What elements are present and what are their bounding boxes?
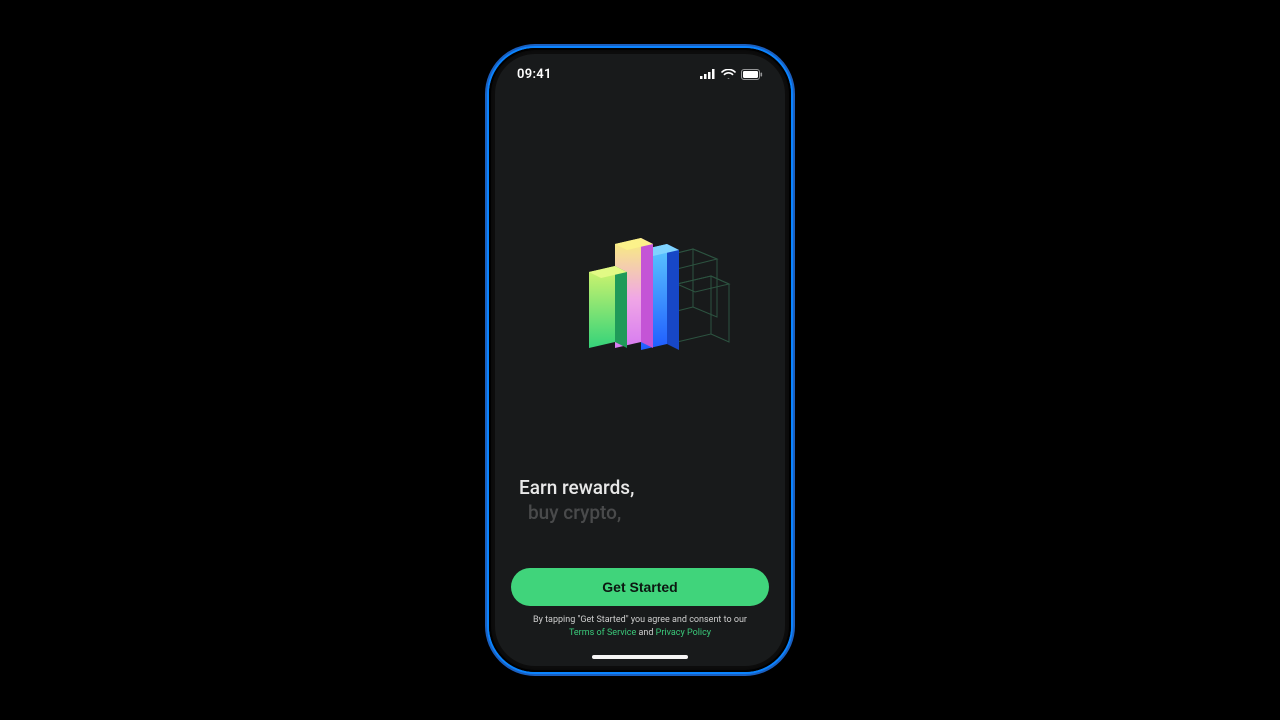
get-started-label: Get Started: [602, 579, 677, 595]
legal-prefix: By tapping "Get Started" you agree and c…: [533, 615, 747, 625]
legal-and: and: [636, 628, 655, 638]
tagline-inactive: buy crypto,: [519, 500, 761, 526]
wifi-icon: [721, 69, 736, 79]
screen: 09:41: [495, 54, 785, 666]
battery-icon: [741, 69, 763, 80]
status-bar: 09:41: [495, 54, 785, 94]
privacy-policy-link[interactable]: Privacy Policy: [656, 628, 711, 638]
home-indicator[interactable]: [592, 655, 688, 659]
crypto-cubes-icon: [545, 214, 735, 384]
status-time: 09:41: [517, 67, 552, 82]
tagline-active: Earn rewards,: [519, 475, 761, 501]
cellular-icon: [700, 69, 716, 79]
terms-of-service-link[interactable]: Terms of Service: [569, 628, 636, 638]
taglines: Earn rewards, buy crypto,: [495, 475, 785, 526]
hero-illustration: [495, 94, 785, 475]
get-started-button[interactable]: Get Started: [511, 568, 769, 606]
phone-frame: 09:41: [489, 48, 791, 672]
